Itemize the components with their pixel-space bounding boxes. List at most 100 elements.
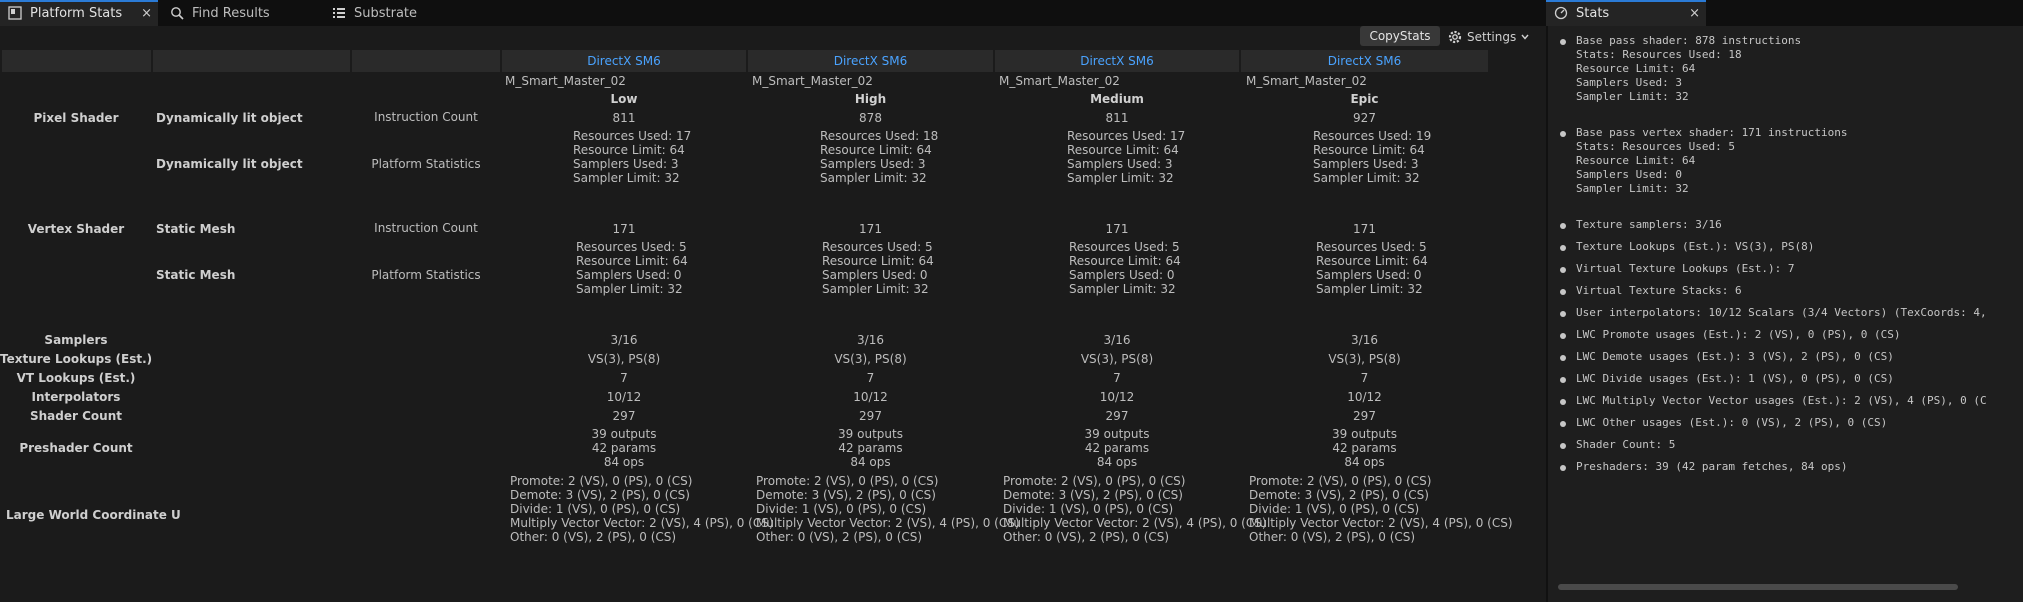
stat-line: Resource Limit: 64 bbox=[1069, 254, 1181, 268]
stats-item: LWC Divide usages (Est.): 1 (VS), 0 (PS)… bbox=[1576, 372, 1894, 385]
vs-platform-stats: Resources Used: 5 Resource Limit: 64 Sam… bbox=[576, 240, 688, 296]
lwc-line: Promote: 2 (VS), 0 (PS), 0 (CS) bbox=[1003, 474, 1186, 488]
stat-line: Resource Limit: 64 bbox=[576, 254, 688, 268]
quality-level: High bbox=[854, 92, 887, 106]
tab-find-results[interactable]: Find Results bbox=[162, 0, 320, 26]
stats-item: Virtual Texture Lookups (Est.): 7 bbox=[1576, 262, 1795, 275]
preshader-line: 84 ops bbox=[850, 455, 891, 469]
chevron-down-icon bbox=[1521, 34, 1529, 40]
lwc-line: Promote: 2 (VS), 0 (PS), 0 (CS) bbox=[510, 474, 693, 488]
bullet bbox=[1560, 245, 1566, 251]
tab-platform-stats[interactable]: Platform Stats × bbox=[0, 0, 158, 26]
ps-platform-stats: Resources Used: 18 Resource Limit: 64 Sa… bbox=[820, 129, 938, 185]
row-label-texture-lookups: Texture Lookups (Est.) bbox=[0, 352, 153, 366]
platform-header[interactable]: DirectX SM6 bbox=[502, 50, 746, 72]
platform-header[interactable]: DirectX SM6 bbox=[995, 50, 1239, 72]
vt-lookups-value: 7 bbox=[1113, 371, 1121, 385]
stats-line: Stats: Resources Used: 18 bbox=[1576, 48, 1742, 61]
stat-line: Samplers Used: 0 bbox=[576, 268, 682, 282]
sub-label-static-mesh: Static Mesh bbox=[156, 268, 236, 282]
header-cell-empty bbox=[352, 50, 500, 72]
lwc-line: Multiply Vector Vector: 2 (VS), 4 (PS), … bbox=[1249, 516, 1513, 530]
stat-line: Sampler Limit: 32 bbox=[1067, 171, 1174, 185]
texture-lookups-value: VS(3), PS(8) bbox=[1328, 352, 1401, 366]
grid-header: DirectX SM6 DirectX SM6 DirectX SM6 Dire… bbox=[0, 50, 1490, 72]
stats-panel: Base pass shader: 878 instructions Stats… bbox=[1546, 26, 2023, 602]
stat-line: Samplers Used: 3 bbox=[573, 157, 679, 171]
texture-lookups-value: VS(3), PS(8) bbox=[834, 352, 907, 366]
row-label-lwc: Large World Coordinate U bbox=[6, 508, 181, 522]
stat-line: Sampler Limit: 32 bbox=[1316, 282, 1423, 296]
tab-substrate[interactable]: Substrate bbox=[324, 0, 482, 26]
stat-line: Resource Limit: 64 bbox=[573, 143, 685, 157]
bullet bbox=[1560, 311, 1566, 317]
bullet bbox=[1560, 421, 1566, 427]
row-label-vertex-shader: Vertex Shader bbox=[27, 222, 125, 236]
copy-stats-button[interactable]: CopyStats bbox=[1360, 26, 1440, 46]
vs-instruction-count: 171 bbox=[1353, 222, 1376, 236]
stats-item: Preshaders: 39 (42 param fetches, 84 ops… bbox=[1576, 460, 1848, 473]
stats-item: LWC Multiply Vector Vector usages (Est.)… bbox=[1576, 394, 1987, 407]
bullet bbox=[1560, 131, 1566, 137]
preshader-line: 84 ops bbox=[1096, 455, 1138, 469]
lwc-line: Multiply Vector Vector: 2 (VS), 4 (PS), … bbox=[510, 516, 774, 530]
preshader-line: 39 outputs bbox=[1084, 427, 1150, 441]
stats-item: Virtual Texture Stacks: 6 bbox=[1576, 284, 1742, 297]
preshader-line: 42 params bbox=[1084, 441, 1150, 455]
stats-line: Base pass vertex shader: 171 instruction… bbox=[1576, 126, 1848, 139]
vt-lookups-value: 7 bbox=[620, 371, 628, 385]
close-icon[interactable]: × bbox=[141, 6, 152, 21]
stat-line: Sampler Limit: 32 bbox=[1069, 282, 1176, 296]
kind-instruction-count: Instruction Count bbox=[374, 110, 478, 124]
stat-line: Sampler Limit: 32 bbox=[822, 282, 929, 296]
lwc-line: Divide: 1 (VS), 0 (PS), 0 (CS) bbox=[1003, 502, 1174, 516]
texture-lookups-value: VS(3), PS(8) bbox=[1080, 352, 1154, 366]
platform-header[interactable]: DirectX SM6 bbox=[748, 50, 993, 72]
row-label-pixel-shader: Pixel Shader bbox=[33, 111, 119, 125]
preshader-line: 39 outputs bbox=[838, 427, 903, 441]
bullet bbox=[1560, 223, 1566, 229]
vs-platform-stats: Resources Used: 5 Resource Limit: 64 Sam… bbox=[1069, 240, 1181, 296]
sub-label-static-mesh: Static Mesh bbox=[156, 222, 236, 236]
lwc-line: Demote: 3 (VS), 2 (PS), 0 (CS) bbox=[1003, 488, 1183, 502]
lwc-line: Demote: 3 (VS), 2 (PS), 0 (CS) bbox=[1249, 488, 1429, 502]
samplers-value: 3/16 bbox=[1351, 333, 1378, 347]
stats-item: LWC Other usages (Est.): 0 (VS), 2 (PS),… bbox=[1576, 416, 1888, 429]
bullet bbox=[1560, 333, 1566, 339]
interpolators-value: 10/12 bbox=[1099, 390, 1135, 404]
close-icon[interactable]: × bbox=[1689, 6, 1700, 21]
stats-item: LWC Demote usages (Est.): 3 (VS), 2 (PS)… bbox=[1576, 350, 1894, 363]
stat-line: Resource Limit: 64 bbox=[1316, 254, 1428, 268]
vt-lookups-value: 7 bbox=[866, 371, 875, 385]
stat-line: Resources Used: 17 bbox=[1067, 129, 1186, 143]
stats-block-vertex: Base pass vertex shader: 171 instruction… bbox=[1576, 126, 1848, 196]
preshader-line: 39 outputs bbox=[591, 427, 657, 441]
vs-platform-stats: Resources Used: 5 Resource Limit: 64 Sam… bbox=[1316, 240, 1428, 296]
tab-bar: Platform Stats × Find Results Substrate … bbox=[0, 0, 2023, 26]
interpolators-value: 10/12 bbox=[1347, 390, 1382, 404]
lwc-line: Promote: 2 (VS), 0 (PS), 0 (CS) bbox=[1249, 474, 1432, 488]
stats-item: User interpolators: 10/12 Scalars (3/4 V… bbox=[1576, 306, 1987, 319]
texture-lookups-value: VS(3), PS(8) bbox=[587, 352, 661, 366]
lwc-line: Divide: 1 (VS), 0 (PS), 0 (CS) bbox=[1249, 502, 1420, 516]
preshader-line: 42 params bbox=[591, 441, 657, 455]
kind-platform-statistics: Platform Statistics bbox=[371, 268, 481, 282]
lwc-line: Divide: 1 (VS), 0 (PS), 0 (CS) bbox=[756, 502, 927, 516]
kind-instruction-count: Instruction Count bbox=[374, 221, 478, 235]
header-cell-empty bbox=[153, 50, 350, 72]
horizontal-scrollbar[interactable] bbox=[1558, 584, 1958, 590]
preshader-value: 39 outputs 42 params 84 ops bbox=[748, 427, 993, 469]
preshader-line: 42 params bbox=[1332, 441, 1397, 455]
platform-header[interactable]: DirectX SM6 bbox=[1241, 50, 1488, 72]
stats-line: Sampler Limit: 32 bbox=[1576, 182, 1689, 195]
tab-stats[interactable]: Stats × bbox=[1546, 0, 1706, 26]
quality-level: Epic bbox=[1350, 92, 1379, 106]
stats-line: Resource Limit: 64 bbox=[1576, 62, 1696, 75]
quality-level: Medium bbox=[1090, 92, 1144, 106]
lwc-line: Promote: 2 (VS), 0 (PS), 0 (CS) bbox=[756, 474, 939, 488]
samplers-value: 3/16 bbox=[1103, 333, 1131, 347]
samplers-value: 3/16 bbox=[610, 333, 638, 347]
stats-gauge-icon bbox=[1554, 6, 1568, 20]
stat-line: Resources Used: 5 bbox=[822, 240, 933, 254]
settings-button[interactable]: Settings bbox=[1447, 26, 1530, 48]
